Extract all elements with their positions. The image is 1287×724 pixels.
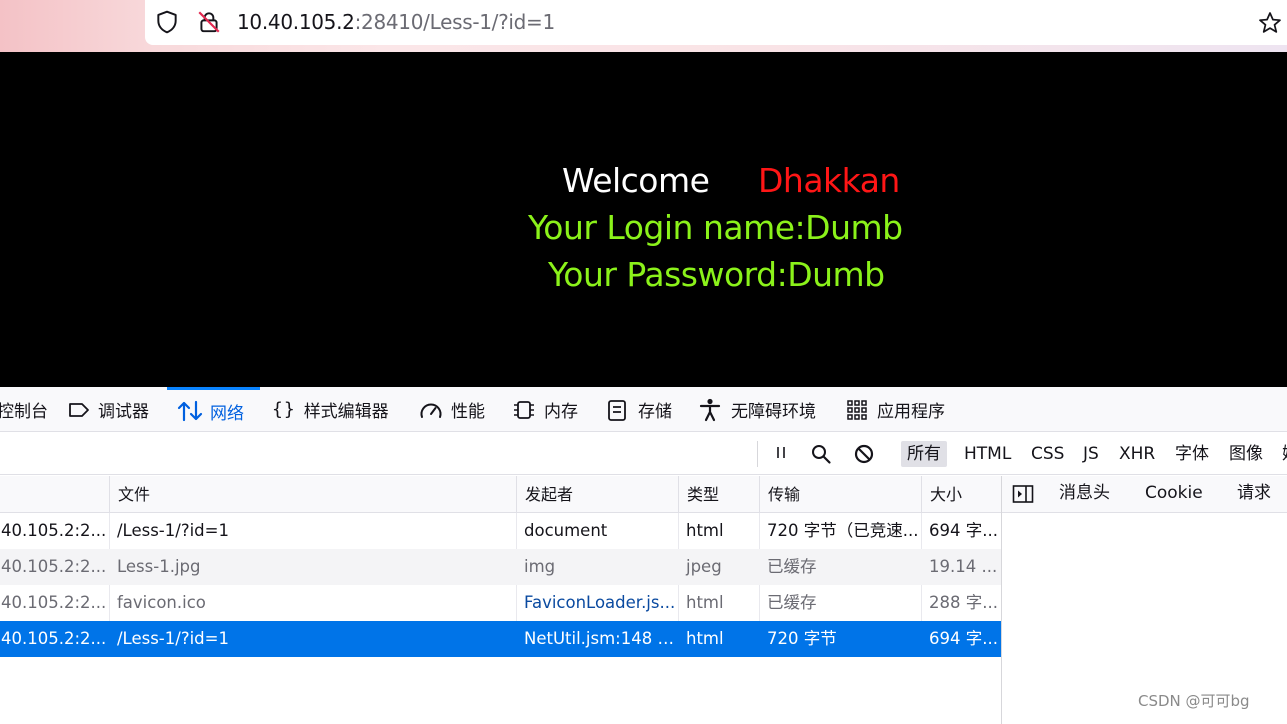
tab-storage[interactable]: 存储 [605,387,672,432]
search-icon[interactable] [810,443,832,465]
tab-accessibility-label: 无障碍环境 [731,402,816,422]
tab-memory[interactable]: 内存 [511,387,578,432]
tab-application-label: 应用程序 [877,402,945,422]
cell-transferred: 已缓存 [767,557,817,576]
column-type[interactable]: 类型 [678,476,759,513]
network-toolbar: 所有 HTML CSS JS XHR 字体 图像 媒 [0,433,1287,475]
tab-application[interactable]: 应用程序 [846,387,945,432]
table-row[interactable]: 40.105.2:2... favicon.ico FaviconLoader.… [0,585,1001,621]
cell-type: html [686,521,724,540]
filter-js[interactable]: JS [1077,441,1105,467]
chip-icon [514,400,534,419]
table-row-selected[interactable]: 40.105.2:2... /Less-1/?id=1 NetUtil.jsm:… [0,621,1001,657]
cell-file: /Less-1/?id=1 [117,521,229,540]
accessibility-icon [699,398,721,421]
filter-all[interactable]: 所有 [901,441,947,467]
tab-console[interactable]: 控制台 [0,387,48,432]
url-host: 10.40.105.2 [237,10,355,34]
cell-transferred: 720 字节（已竞速... [767,521,919,540]
cell-size: 288 字... [929,593,998,612]
filter-xhr[interactable]: XHR [1113,441,1161,467]
cell-transferred: 已缓存 [767,593,817,612]
cell-size: 694 字... [929,521,998,540]
cell-file: favicon.ico [117,593,206,612]
cell-domain: 40.105.2:2... [1,521,107,540]
tab-headers[interactable]: 消息头 [1059,476,1110,513]
cell-domain: 40.105.2:2... [1,557,107,576]
tab-storage-label: 存储 [638,402,672,422]
tab-accessibility[interactable]: 无障碍环境 [698,387,816,432]
toolbar-divider [757,441,758,467]
column-transferred[interactable]: 传输 [759,476,921,513]
browser-toolbar: 10.40.105.2:28410/Less-1/?id=1 [0,0,1287,52]
cell-domain: 40.105.2:2... [1,629,107,648]
panel-toggle-icon[interactable] [1012,484,1034,504]
address-bar[interactable]: 10.40.105.2:28410/Less-1/?id=1 [145,0,1287,45]
cell-file: Less-1.jpg [117,557,201,576]
filter-images[interactable]: 图像 [1223,441,1269,467]
shield-icon[interactable] [154,9,180,35]
column-file[interactable]: 文件 [109,476,516,513]
tab-performance[interactable]: 性能 [418,387,485,432]
column-size[interactable]: 大小 [921,476,1001,513]
site-name: Dhakkan [758,161,900,200]
details-panel-tabs: 消息头 Cookie 请求 [1002,476,1287,513]
debugger-icon [69,402,89,417]
cell-type: html [686,593,724,612]
cell-transferred: 720 字节 [767,629,837,648]
url-path: :28410/Less-1/?id=1 [354,10,556,34]
tab-debugger[interactable]: 调试器 [67,387,149,432]
tab-memory-label: 内存 [544,402,578,422]
tab-network[interactable]: 网络 [167,387,260,432]
bookmark-star-icon[interactable] [1257,10,1283,36]
watermark: CSDN @可可bg [1138,692,1250,710]
cell-file: /Less-1/?id=1 [117,629,229,648]
filter-media[interactable]: 媒 [1276,441,1287,467]
cell-initiator-link[interactable]: FaviconLoader.js... [516,585,678,621]
tab-performance-label: 性能 [451,402,485,422]
table-row[interactable]: 40.105.2:2... Less-1.jpg img jpeg 已缓存 19… [0,549,1001,585]
gauge-icon [420,403,442,418]
column-initiator[interactable]: 发起者 [516,476,678,513]
storage-icon [608,399,626,421]
filter-css[interactable]: CSS [1025,441,1070,467]
block-icon[interactable] [853,443,875,465]
cell-domain: 40.105.2:2... [1,593,107,612]
network-arrows-icon [177,400,203,422]
cell-type: jpeg [686,557,722,576]
tab-network-label: 网络 [210,403,244,424]
panel-splitter[interactable] [1001,476,1002,724]
page-content: Welcome Dhakkan Your Login name:Dumb You… [0,52,1287,387]
tab-console-label: 控制台 [0,402,48,422]
cell-initiator: document [524,521,608,540]
table-row[interactable]: 40.105.2:2... /Less-1/?id=1 document htm… [0,513,1001,549]
tab-debugger-label: 调试器 [98,402,149,422]
cell-type: html [686,629,724,648]
cell-size: 19.14 ... [929,557,998,576]
cell-initiator[interactable]: NetUtil.jsm:148 (... [516,621,678,657]
url-text[interactable]: 10.40.105.2:28410/Less-1/?id=1 [237,9,555,35]
request-table-header: 文件 发起者 类型 传输 大小 [0,476,1001,513]
tab-request[interactable]: 请求 [1237,476,1271,513]
pause-icon[interactable] [770,443,792,465]
cell-initiator: img [524,557,556,576]
welcome-text: Welcome [562,161,710,200]
password-line: Your Password:Dumb [548,255,885,294]
tab-style-editor[interactable]: {} 样式编辑器 [272,387,389,432]
devtools-tabbar: 控制台 调试器 网络 {} 样式编辑器 性能 内存 存储 无障碍环境 应用程序 [0,387,1287,432]
insecure-lock-icon[interactable] [196,9,222,35]
cell-size: 694 字... [929,629,998,648]
tab-cookies[interactable]: Cookie [1145,476,1203,513]
filter-html[interactable]: HTML [958,441,1017,467]
grid-icon [847,399,867,420]
braces-icon: {} [272,399,296,420]
filter-fonts[interactable]: 字体 [1169,441,1215,467]
tab-style-editor-label: 样式编辑器 [303,402,389,422]
login-name-line: Your Login name:Dumb [528,208,903,247]
